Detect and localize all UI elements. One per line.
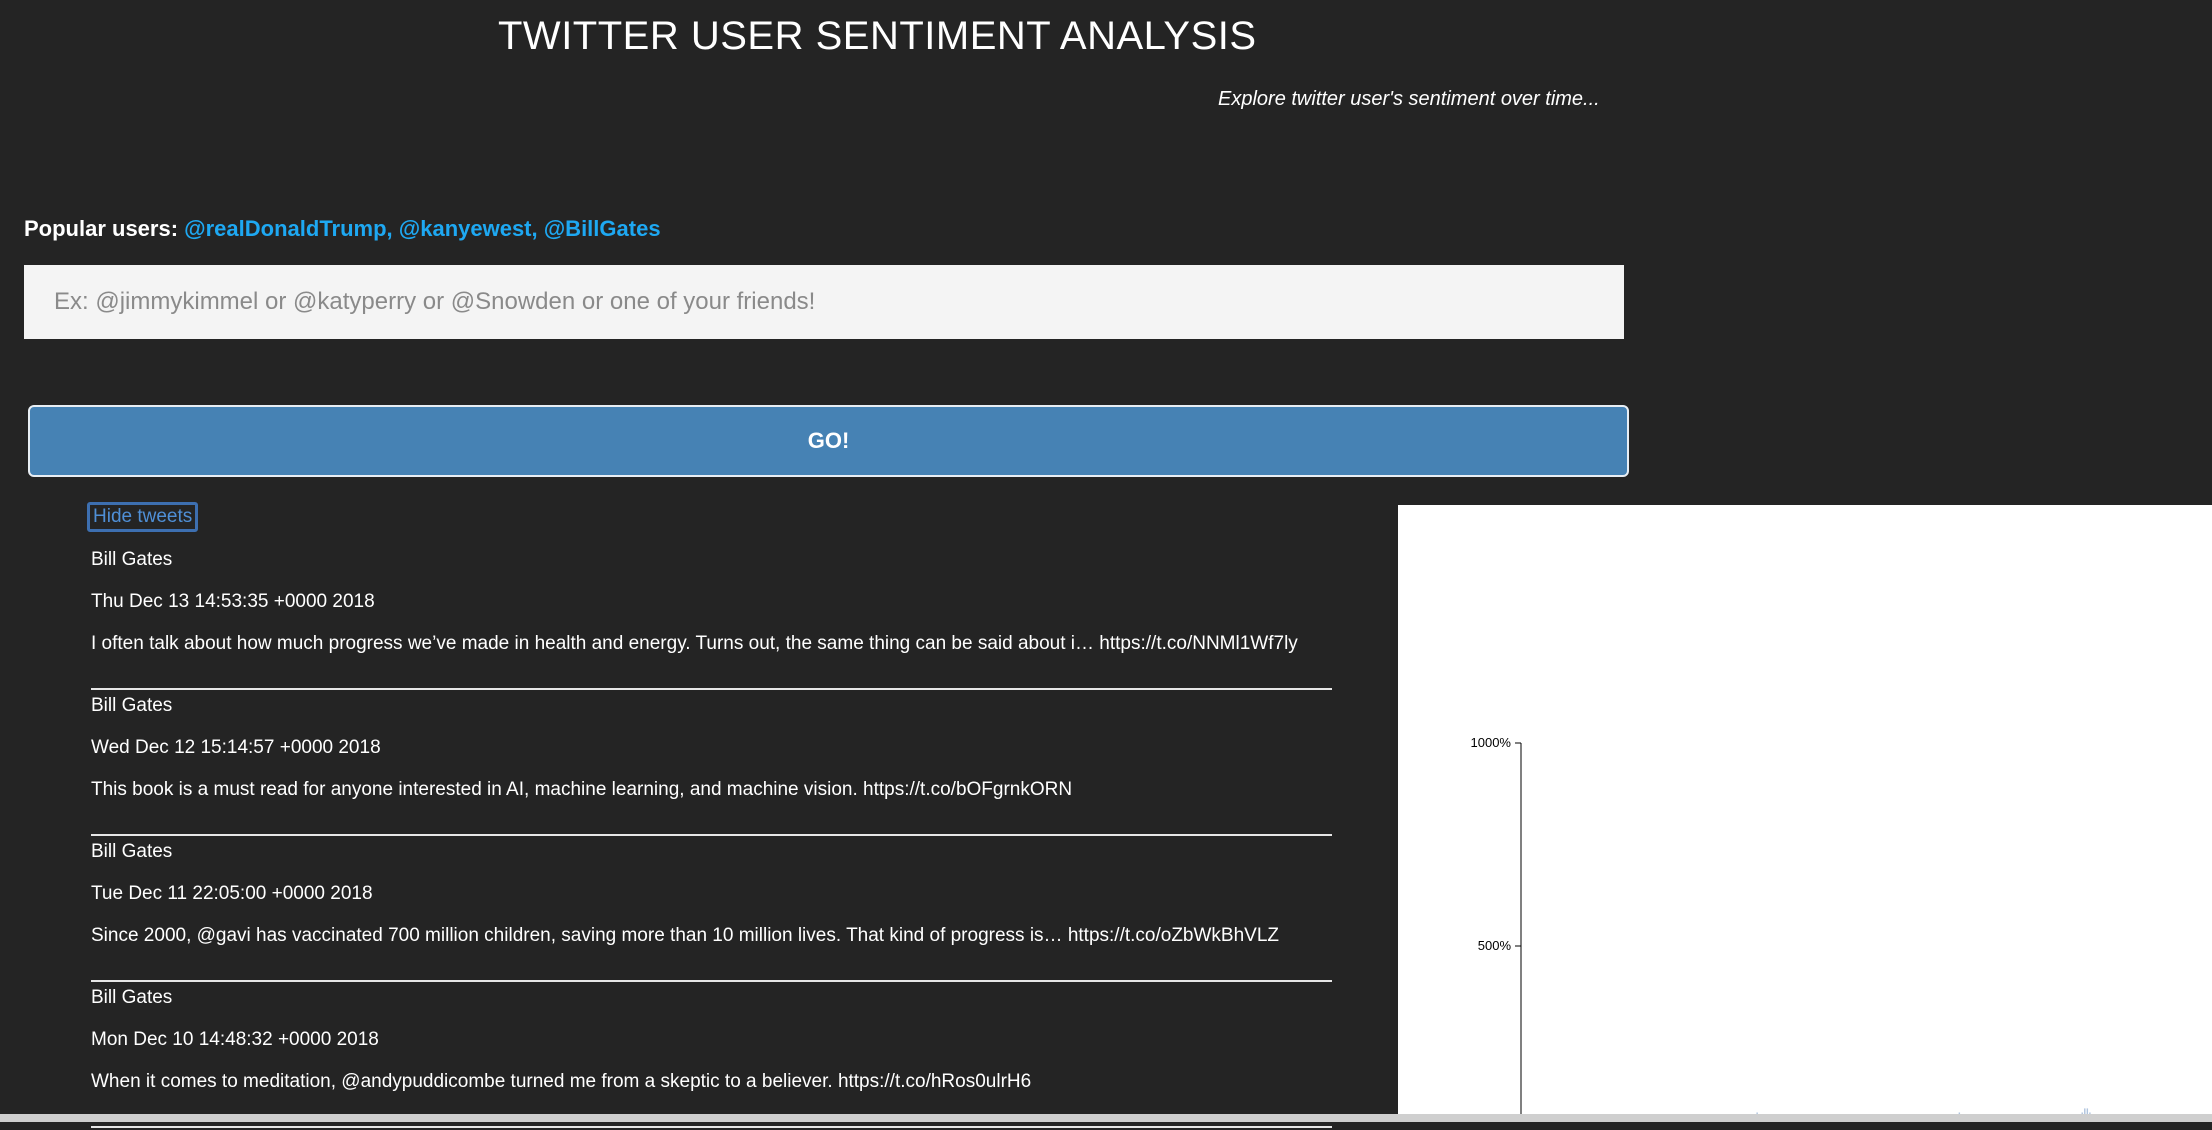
tweet-date: Mon Dec 10 14:48:32 +0000 2018: [91, 1029, 379, 1050]
tweet-text: Since 2000, @gavi has vaccinated 700 mil…: [91, 925, 1280, 946]
tweet-list: Bill Gates Thu Dec 13 14:53:35 +0000 201…: [91, 546, 1332, 1130]
tweet-item: Bill Gates Tue Dec 11 22:05:00 +0000 201…: [91, 838, 1332, 982]
y-tick-label: 500%: [1478, 938, 1512, 953]
sentiment-chart: 1000% 500%: [1471, 735, 2096, 1130]
search-input[interactable]: [24, 265, 1624, 339]
popular-users-label: Popular users:: [24, 216, 179, 241]
tweet-text: When it comes to meditation, @andypuddic…: [91, 1071, 1032, 1092]
horizontal-scrollbar[interactable]: [0, 1114, 2212, 1122]
tweet-date: Wed Dec 12 15:14:57 +0000 2018: [91, 737, 381, 758]
page-subtitle: Explore twitter user's sentiment over ti…: [1218, 88, 1600, 110]
tweet-item: Bill Gates Thu Dec 13 14:53:35 +0000 201…: [91, 546, 1332, 690]
hide-tweets-button[interactable]: Hide tweets: [87, 502, 199, 532]
sentiment-chart-panel: 1000% 500%: [1398, 505, 2212, 1130]
tweet-date: Thu Dec 13 14:53:35 +0000 2018: [91, 591, 375, 612]
tweet-date: Tue Dec 11 22:05:00 +0000 2018: [91, 883, 373, 904]
popular-users-links[interactable]: @realDonaldTrump, @kanyewest, @BillGates: [184, 216, 660, 241]
tweet-author: Bill Gates: [91, 695, 173, 716]
tweet-text: This book is a must read for anyone inte…: [91, 779, 1073, 800]
tweet-text: I often talk about how much progress we’…: [91, 633, 1298, 654]
page-title: TWITTER USER SENTIMENT ANALYSIS: [498, 14, 1257, 58]
tweet-item: Bill Gates Mon Dec 10 14:48:32 +0000 201…: [91, 984, 1332, 1128]
y-tick-label: 1000%: [1471, 735, 1512, 750]
tweet-author: Bill Gates: [91, 987, 173, 1008]
tweet-author: Bill Gates: [91, 549, 173, 570]
go-button[interactable]: GO!: [28, 405, 1629, 477]
popular-users: Popular users: @realDonaldTrump, @kanyew…: [24, 216, 661, 242]
tweet-author: Bill Gates: [91, 841, 173, 862]
tweet-item: Bill Gates Wed Dec 12 15:14:57 +0000 201…: [91, 692, 1332, 836]
